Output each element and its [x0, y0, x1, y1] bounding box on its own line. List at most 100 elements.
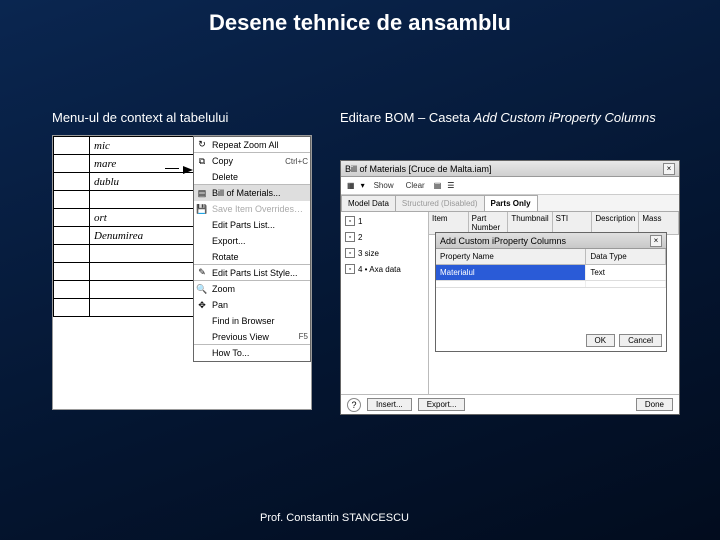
tree-item[interactable]: ▫2: [345, 232, 424, 242]
menu-icon: 💾: [196, 203, 208, 215]
close-icon[interactable]: ×: [650, 235, 662, 247]
menu-label: Pan: [212, 300, 304, 310]
menu-icon: 🔍: [196, 283, 208, 295]
context-menu-item[interactable]: ▤ Bill of Materials...: [194, 185, 310, 201]
property-row[interactable]: MaterialulText: [436, 265, 666, 281]
column-header[interactable]: Thumbnail: [508, 212, 552, 234]
export-button[interactable]: Export...: [418, 398, 466, 411]
menu-label: Rotate: [212, 252, 304, 262]
context-menu-screenshot: micmaredubluortDenumirea ↻Repeat Zoom Al…: [52, 135, 312, 410]
context-menu-item[interactable]: ✥ Pan: [194, 297, 310, 313]
help-icon[interactable]: ?: [347, 398, 361, 412]
tree-label: 3 size: [358, 249, 379, 258]
menu-label: Edit Parts List Style...: [212, 268, 304, 278]
context-menu-item[interactable]: ⧉ Copy Ctrl+C: [194, 153, 310, 169]
menu-icon: [196, 347, 208, 359]
column-header[interactable]: Mass: [639, 212, 679, 234]
menu-icon: ✎: [196, 267, 208, 279]
done-button[interactable]: Done: [636, 398, 673, 411]
data-type-cell[interactable]: Text: [586, 265, 666, 280]
part-icon: ▫: [345, 232, 355, 242]
toolbar-icon[interactable]: ▾: [361, 181, 365, 190]
menu-shortcut: Ctrl+C: [285, 157, 308, 166]
dialog-title: Add Custom iProperty Columns: [440, 236, 566, 246]
column-header[interactable]: Part Number: [469, 212, 509, 234]
menu-icon: [196, 235, 208, 247]
part-icon: ▫: [345, 248, 355, 258]
data-type-cell[interactable]: [586, 281, 666, 287]
toolbar-icon[interactable]: ☰: [447, 181, 454, 190]
menu-label: Edit Parts List...: [212, 220, 304, 230]
menu-label: Export...: [212, 236, 304, 246]
context-menu-item[interactable]: 🔍 Zoom: [194, 281, 310, 297]
tree-label: 2: [358, 233, 362, 242]
show-button[interactable]: Show: [371, 180, 397, 191]
bom-window-title: Bill of Materials [Cruce de Malta.iam]: [345, 164, 492, 174]
menu-label: Copy: [212, 156, 281, 166]
bom-window: Bill of Materials [Cruce de Malta.iam] ×…: [340, 160, 680, 415]
menu-label: How To...: [212, 348, 304, 358]
menu-icon: ⧉: [196, 155, 208, 167]
tree-label: 4 • Axa data: [358, 265, 401, 274]
col-data-type: Data Type: [586, 249, 666, 264]
tree-label: 1: [358, 217, 362, 226]
context-menu-item[interactable]: ↻Repeat Zoom All: [194, 137, 310, 153]
part-icon: ▫: [345, 216, 355, 226]
toolbar-icon[interactable]: ▤: [434, 181, 442, 190]
caption-right-b: Add Custom iProperty Columns: [474, 110, 656, 125]
tree-item[interactable]: ▫4 • Axa data: [345, 264, 424, 274]
context-menu-item[interactable]: Export...: [194, 233, 310, 249]
part-icon: ▫: [345, 264, 355, 274]
slide-footer: Prof. Constantin STANCESCU: [260, 512, 409, 524]
menu-icon: [196, 171, 208, 183]
context-menu-item[interactable]: Previous ViewF5: [194, 329, 310, 345]
ok-button[interactable]: OK: [586, 334, 616, 347]
property-name-cell[interactable]: Materialul: [436, 265, 586, 280]
caption-right-a: Editare BOM – Caseta: [340, 110, 474, 125]
menu-icon: [196, 251, 208, 263]
tab[interactable]: Model Data: [341, 195, 396, 211]
cursor-arrow-icon: [171, 164, 193, 176]
context-menu-item[interactable]: ✎ Edit Parts List Style...: [194, 265, 310, 281]
column-header[interactable]: STI: [553, 212, 593, 234]
context-menu-item[interactable]: Edit Parts List...: [194, 217, 310, 233]
context-menu-item[interactable]: How To...: [194, 345, 310, 361]
menu-label: Repeat Zoom All: [212, 140, 304, 150]
tab[interactable]: Structured (Disabled): [395, 195, 485, 211]
property-row[interactable]: [436, 281, 666, 288]
close-icon[interactable]: ×: [663, 163, 675, 175]
menu-icon: ▤: [196, 187, 208, 199]
clear-button[interactable]: Clear: [403, 180, 428, 191]
tree-item[interactable]: ▫3 size: [345, 248, 424, 258]
cancel-button[interactable]: Cancel: [619, 334, 662, 347]
bom-tree[interactable]: ▫1▫2▫3 size▫4 • Axa data: [341, 212, 429, 394]
context-menu-item[interactable]: Find in Browser: [194, 313, 310, 329]
bom-bottombar: ? Insert... Export... Done: [341, 394, 679, 414]
bom-content: ItemPart NumberThumbnailSTIDescriptionMa…: [429, 212, 679, 394]
column-header[interactable]: Item: [429, 212, 469, 234]
tree-item[interactable]: ▫1: [345, 216, 424, 226]
insert-button[interactable]: Insert...: [367, 398, 412, 411]
col-property-name: Property Name: [436, 249, 586, 264]
column-header[interactable]: Description: [592, 212, 639, 234]
grid-icon[interactable]: ▦: [347, 181, 355, 190]
menu-icon: [196, 331, 208, 343]
context-menu-item: 💾 Save Item Overrides to BOM: [194, 201, 310, 217]
menu-label: Delete: [212, 172, 304, 182]
add-iproperty-dialog: Add Custom iProperty Columns × Property …: [435, 232, 667, 352]
menu-label: Zoom: [212, 284, 304, 294]
bom-titlebar: Bill of Materials [Cruce de Malta.iam] ×: [341, 161, 679, 177]
menu-label: Save Item Overrides to BOM: [212, 204, 304, 214]
bom-tabs: Model DataStructured (Disabled)Parts Onl…: [341, 195, 679, 212]
menu-label: Bill of Materials...: [212, 188, 304, 198]
property-name-cell[interactable]: [436, 281, 586, 287]
context-menu-item[interactable]: Rotate: [194, 249, 310, 265]
context-menu-item[interactable]: Delete: [194, 169, 310, 185]
menu-icon: [196, 315, 208, 327]
menu-icon: ✥: [196, 299, 208, 311]
tab[interactable]: Parts Only: [484, 195, 538, 211]
slide-title: Desene tehnice de ansamblu: [0, 0, 720, 36]
caption-right: Editare BOM – Caseta Add Custom iPropert…: [340, 110, 680, 127]
caption-left: Menu-ul de context al tabelului: [52, 110, 228, 125]
context-menu[interactable]: ↻Repeat Zoom All ⧉ Copy Ctrl+C Delete ▤ Bill o…: [193, 136, 311, 362]
